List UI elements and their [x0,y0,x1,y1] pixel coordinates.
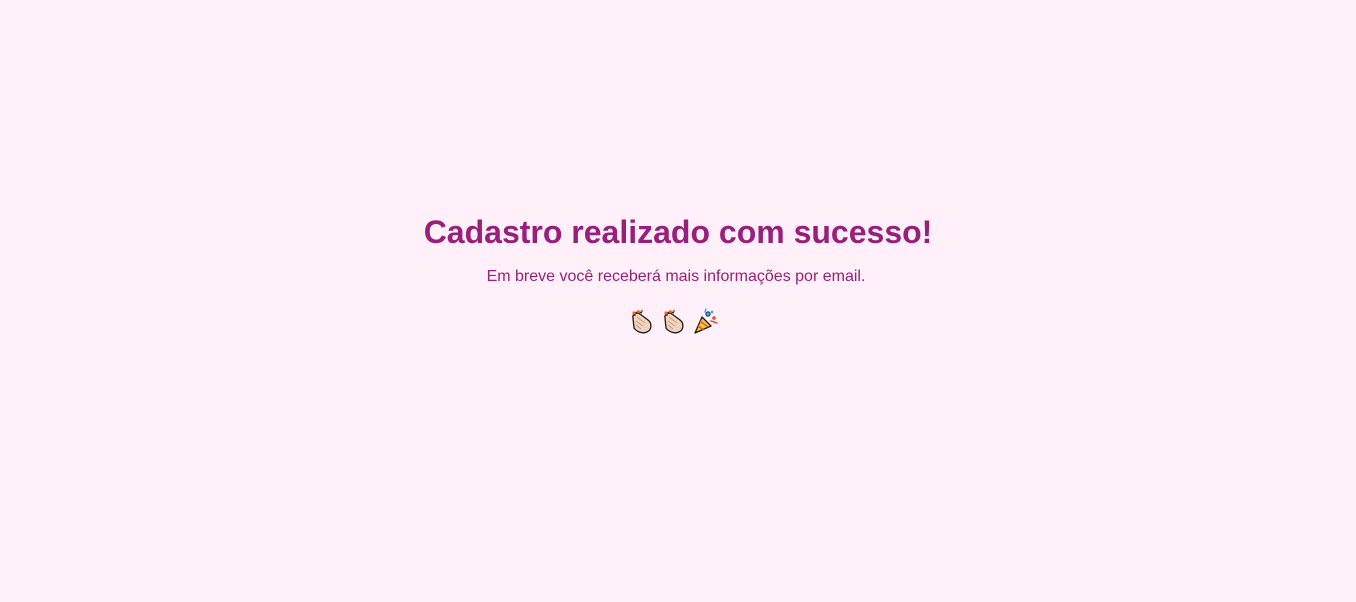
success-title: Cadastro realizado com sucesso! [423,214,933,250]
confirmation-page: Cadastro realizado com sucesso! Em breve… [0,0,1356,602]
clapping-hands-icon [632,309,652,334]
clapping-hands-icon [664,309,684,334]
party-popper-icon [694,308,718,334]
success-message: Em breve você receberá mais informações … [486,268,866,285]
celebration-icons [628,308,724,338]
